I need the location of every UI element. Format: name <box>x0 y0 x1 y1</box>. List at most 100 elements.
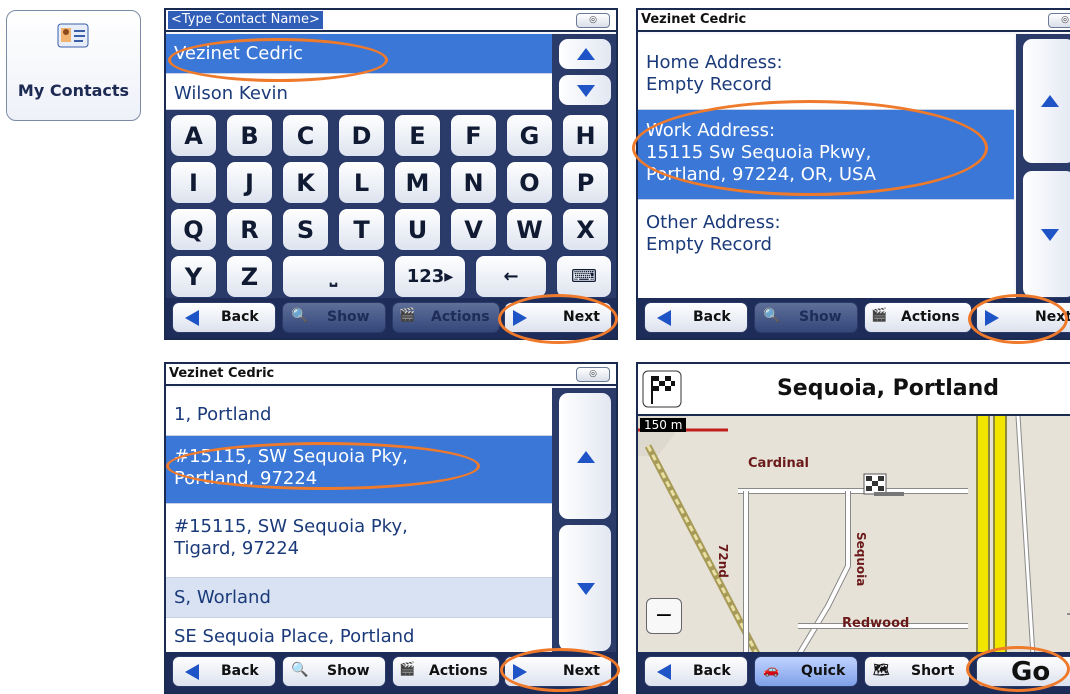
list-item[interactable]: Other Address: Empty Record <box>638 200 1014 302</box>
key-t[interactable]: T <box>338 208 385 251</box>
title-bar: Vezinet Cedric ◎ <box>638 10 1070 32</box>
scroll-up-button[interactable] <box>558 392 612 520</box>
key-f[interactable]: F <box>450 114 497 157</box>
scrollbar[interactable] <box>552 388 616 656</box>
key-v[interactable]: V <box>450 208 497 251</box>
down-arrow-icon <box>1041 229 1059 241</box>
scale-label: 150 m <box>640 418 687 432</box>
clapperboard-icon: 🎬 <box>399 662 416 677</box>
scroll-down-button[interactable] <box>558 74 612 106</box>
list-item[interactable]: #15115, SW Sequoia Pky, Tigard, 97224 <box>166 504 552 578</box>
highlight-oval <box>966 646 1070 692</box>
list-item[interactable]: SE Sequoia Place, Portland <box>166 618 552 656</box>
keyboard-toggle-key[interactable]: ⌨ <box>556 255 612 298</box>
down-arrow-icon <box>577 583 595 595</box>
keyboard: A B C D E F G H I J K L M N O P Q R S T U V W X Y Z ⎵ 123▸ ← ⌨ <box>166 110 616 302</box>
key-e[interactable]: E <box>394 114 441 157</box>
back-arrow-icon <box>657 664 671 680</box>
show-button[interactable]: 🔍 Show <box>282 656 386 687</box>
key-s[interactable]: S <box>282 208 329 251</box>
match-list: 1, Portland #15115, SW Sequoia Pky, Port… <box>166 388 552 656</box>
contact-name-input[interactable]: <Type Contact Name> <box>168 11 323 29</box>
key-p[interactable]: P <box>562 161 609 204</box>
map-header: Sequoia, Portland <box>638 364 1070 416</box>
show-label: Show <box>799 309 842 325</box>
options-button[interactable]: ◎ <box>576 367 610 382</box>
contact-title: Vezinet Cedric <box>169 366 275 381</box>
key-q[interactable]: Q <box>170 208 217 251</box>
back-button[interactable]: Back <box>172 656 276 687</box>
back-button[interactable]: Back <box>644 656 748 687</box>
key-r[interactable]: R <box>226 208 273 251</box>
highlight-oval <box>498 294 618 344</box>
row-line: 1, Portland <box>174 404 272 425</box>
list-item[interactable]: Wilson Kevin <box>166 74 552 110</box>
actions-button[interactable]: 🎬 Actions <box>392 656 500 687</box>
key-b[interactable]: B <box>226 114 273 157</box>
key-o[interactable]: O <box>506 161 553 204</box>
back-button[interactable]: Back <box>644 302 748 333</box>
back-arrow-icon <box>657 310 671 326</box>
key-n[interactable]: N <box>450 161 497 204</box>
key-c[interactable]: C <box>282 114 329 157</box>
zoom-out-button[interactable]: − <box>646 598 682 634</box>
scrollbar[interactable] <box>552 34 616 110</box>
actions-label: Actions <box>901 309 960 325</box>
scrollbar[interactable] <box>1016 34 1070 302</box>
show-button[interactable]: 🔍 Show <box>282 302 386 333</box>
street-label: Cardinal <box>748 456 809 471</box>
key-i[interactable]: I <box>170 161 217 204</box>
options-button[interactable]: ◎ <box>1048 13 1070 28</box>
zoom-in-button[interactable]: + <box>1062 602 1070 632</box>
key-z[interactable]: Z <box>226 255 273 298</box>
quick-route-button[interactable]: 🚗 Quick <box>754 656 858 687</box>
scroll-down-button[interactable] <box>1022 170 1070 298</box>
key-g[interactable]: G <box>506 114 553 157</box>
actions-button[interactable]: 🎬 Actions <box>392 302 500 333</box>
actions-label: Actions <box>429 663 488 679</box>
show-button[interactable]: 🔍 Show <box>754 302 858 333</box>
back-label: Back <box>221 309 259 325</box>
scroll-up-button[interactable] <box>558 38 612 70</box>
row-line: Empty Record <box>646 74 772 95</box>
key-h[interactable]: H <box>562 114 609 157</box>
down-arrow-icon <box>577 85 595 97</box>
up-arrow-icon <box>577 451 595 463</box>
short-route-button[interactable]: 🗺 Short <box>864 656 970 687</box>
map-screen: Sequoia, Portland 150 m Cardinal 72nd Se… <box>636 362 1070 694</box>
key-d[interactable]: D <box>338 114 385 157</box>
scroll-up-button[interactable] <box>1022 38 1070 164</box>
key-l[interactable]: L <box>338 161 385 204</box>
map-canvas[interactable]: 150 m Cardinal 72nd Sequoia Redwood − + <box>638 416 1070 656</box>
scroll-down-button[interactable] <box>558 524 612 652</box>
up-arrow-icon <box>1041 95 1059 107</box>
list-item[interactable]: Home Address: Empty Record <box>638 34 1014 110</box>
numbers-key[interactable]: 123▸ <box>394 255 466 298</box>
magnifier-icon: 🔍 <box>291 662 309 678</box>
magnifier-icon: 🔍 <box>291 308 309 324</box>
row-line: Home Address: <box>646 52 783 73</box>
back-button[interactable]: Back <box>172 302 276 333</box>
list-item[interactable]: S, Worland <box>166 578 552 618</box>
row-line: Empty Record <box>646 234 772 255</box>
destination-title: Sequoia, Portland <box>776 376 1000 401</box>
actions-label: Actions <box>431 309 490 325</box>
street-label: 72nd <box>716 544 730 578</box>
key-m[interactable]: M <box>394 161 441 204</box>
key-a[interactable]: A <box>170 114 217 157</box>
key-x[interactable]: X <box>562 208 609 251</box>
list-item[interactable]: 1, Portland <box>166 396 552 436</box>
actions-button[interactable]: 🎬 Actions <box>864 302 972 333</box>
options-button[interactable]: ◎ <box>576 13 610 28</box>
my-contacts-tile[interactable]: My Contacts <box>6 10 141 121</box>
space-key[interactable]: ⎵ <box>282 255 385 298</box>
backspace-key[interactable]: ← <box>475 255 547 298</box>
street-label: Sequoia <box>854 532 868 587</box>
back-label: Back <box>693 309 731 325</box>
key-y[interactable]: Y <box>170 255 217 298</box>
key-u[interactable]: U <box>394 208 441 251</box>
key-w[interactable]: W <box>506 208 553 251</box>
key-k[interactable]: K <box>282 161 329 204</box>
title-bar: Vezinet Cedric ◎ <box>166 364 616 386</box>
key-j[interactable]: J <box>226 161 273 204</box>
